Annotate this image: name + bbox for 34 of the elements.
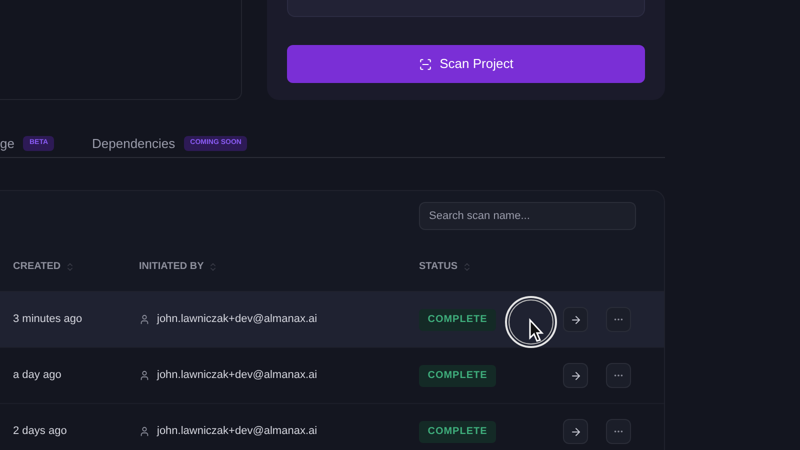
cursor-highlight-drawing bbox=[504, 295, 558, 349]
column-header[interactable]: CREATED bbox=[13, 259, 61, 274]
scan-icon bbox=[418, 58, 432, 70]
open-button[interactable] bbox=[563, 419, 588, 444]
tab[interactable]: ge bbox=[0, 134, 14, 154]
open-button[interactable] bbox=[563, 363, 588, 388]
user-cell-text: john.lawniczak+dev@almanax.ai bbox=[157, 424, 318, 440]
scan-project-button[interactable]: Scan Project bbox=[287, 45, 645, 83]
search-field[interactable]: Search scan name... bbox=[419, 202, 636, 230]
more-button[interactable] bbox=[606, 419, 631, 444]
status-badge: COMPLETE bbox=[419, 420, 496, 442]
user-cell-text: john.lawniczak+dev@almanax.ai bbox=[157, 368, 318, 384]
created-cell-text: 3 minutes ago bbox=[12, 312, 84, 328]
column-header[interactable]: INITIATED BY bbox=[139, 259, 204, 274]
table-row[interactable]: 3 minutes ago john.lawniczak+dev@almanax.ai COMPLETE bbox=[0, 292, 664, 348]
status-badge: COMPLETE bbox=[419, 308, 496, 330]
user-icon bbox=[139, 370, 150, 381]
tab[interactable]: Dependencies bbox=[92, 134, 176, 154]
sort-icon[interactable] bbox=[208, 262, 218, 272]
column-header[interactable]: STATUS bbox=[419, 259, 458, 274]
open-button[interactable] bbox=[563, 307, 588, 332]
created-cell-text: 2 days ago bbox=[12, 424, 68, 440]
status-badge: COMPLETE bbox=[419, 364, 496, 386]
arrow-right-icon bbox=[570, 314, 582, 326]
sort-icon[interactable] bbox=[64, 262, 75, 272]
user-icon bbox=[139, 314, 150, 325]
more-button[interactable] bbox=[606, 307, 631, 332]
arrow-right-icon bbox=[570, 370, 582, 382]
user-cell-text: john.lawniczak+dev@almanax.ai bbox=[157, 312, 318, 328]
arrow-right-icon bbox=[570, 426, 582, 438]
sort-icon[interactable] bbox=[462, 262, 472, 272]
more-button[interactable] bbox=[606, 363, 631, 388]
created-cell-text: a day ago bbox=[12, 368, 62, 384]
user-icon bbox=[139, 426, 150, 437]
